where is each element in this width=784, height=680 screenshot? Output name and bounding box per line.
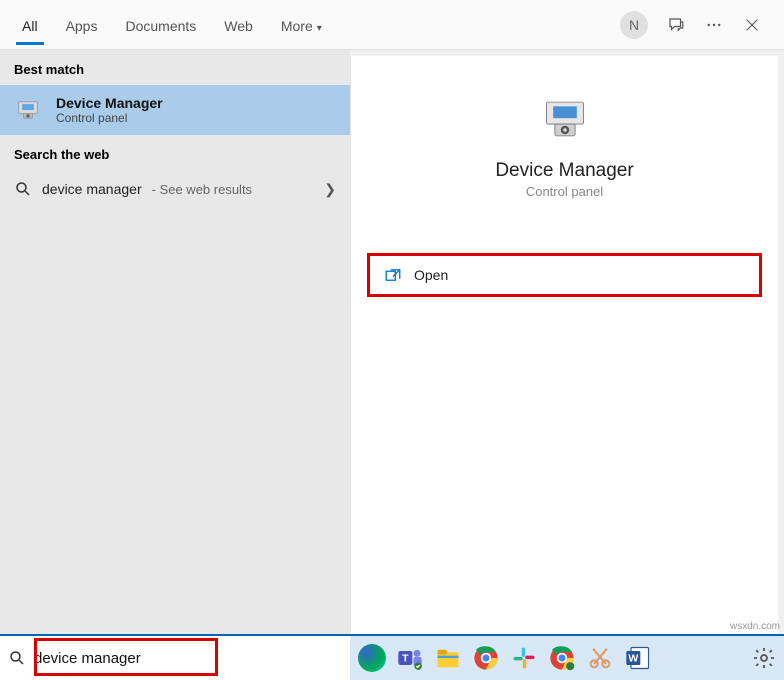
search-tabs: All Apps Documents Web More ▾ N bbox=[0, 0, 784, 50]
detail-subtitle: Control panel bbox=[351, 184, 778, 199]
more-options-icon[interactable] bbox=[704, 15, 724, 35]
tab-more-label: More bbox=[281, 18, 313, 34]
web-result-text: device manager bbox=[42, 181, 142, 197]
web-result-item[interactable]: device manager - See web results ❯ bbox=[0, 170, 350, 208]
svg-text:W: W bbox=[628, 653, 638, 665]
best-match-subtitle: Control panel bbox=[56, 111, 163, 125]
best-match-title: Device Manager bbox=[56, 95, 163, 111]
edge-icon[interactable] bbox=[358, 644, 386, 672]
detail-title: Device Manager bbox=[351, 160, 778, 182]
chrome-icon[interactable] bbox=[472, 644, 500, 672]
best-match-label: Best match bbox=[0, 50, 350, 85]
file-explorer-icon[interactable] bbox=[434, 644, 462, 672]
tab-documents[interactable]: Documents bbox=[111, 6, 210, 44]
close-icon[interactable] bbox=[742, 15, 762, 35]
search-icon bbox=[14, 180, 32, 198]
search-box[interactable] bbox=[0, 636, 350, 680]
best-match-item[interactable]: Device Manager Control panel bbox=[0, 85, 350, 135]
search-web-label: Search the web bbox=[0, 135, 350, 170]
settings-icon[interactable] bbox=[752, 646, 776, 670]
snip-icon[interactable] bbox=[586, 644, 614, 672]
feedback-icon[interactable] bbox=[666, 15, 686, 35]
word-icon[interactable]: W bbox=[624, 644, 652, 672]
tab-apps[interactable]: Apps bbox=[52, 6, 112, 44]
device-manager-large-icon bbox=[538, 92, 592, 146]
detail-panel: Device Manager Control panel Open bbox=[350, 56, 778, 634]
search-icon bbox=[8, 649, 26, 667]
search-input[interactable] bbox=[34, 650, 342, 667]
chrome-canary-icon[interactable] bbox=[548, 644, 576, 672]
tab-all[interactable]: All bbox=[8, 6, 52, 44]
avatar[interactable]: N bbox=[620, 11, 648, 39]
teams-icon[interactable]: T bbox=[396, 644, 424, 672]
svg-text:T: T bbox=[402, 653, 409, 665]
slack-icon[interactable] bbox=[510, 644, 538, 672]
device-manager-icon bbox=[14, 96, 42, 124]
web-result-suffix: - See web results bbox=[152, 182, 252, 197]
watermark: wsxdn.com bbox=[730, 621, 780, 632]
chevron-down-icon: ▾ bbox=[317, 23, 322, 34]
open-label: Open bbox=[414, 267, 448, 283]
tab-more[interactable]: More ▾ bbox=[267, 6, 336, 44]
tab-web[interactable]: Web bbox=[210, 6, 267, 44]
results-panel: Best match Device Manager Control panel … bbox=[0, 50, 350, 634]
taskbar: T W bbox=[350, 636, 784, 680]
open-icon bbox=[384, 266, 402, 284]
open-button[interactable]: Open bbox=[367, 253, 762, 297]
chevron-right-icon: ❯ bbox=[324, 181, 336, 198]
bottom-bar: T W bbox=[0, 634, 784, 680]
